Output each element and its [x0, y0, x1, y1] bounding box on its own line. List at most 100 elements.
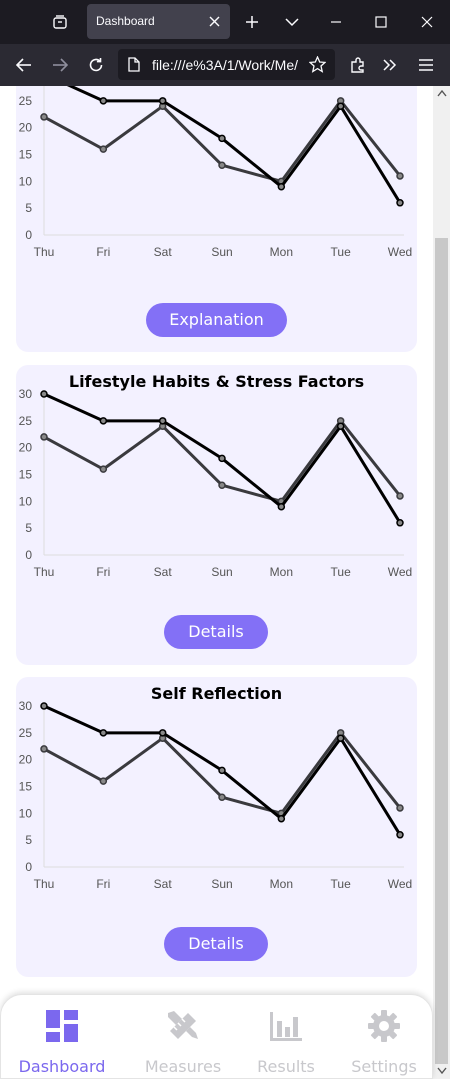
tab-title: Dashboard	[96, 14, 155, 28]
nav-item-dashboard[interactable]: Dashboard	[7, 1005, 117, 1077]
explanation-button[interactable]: Explanation	[146, 303, 287, 337]
x-tick-label: Tue	[331, 565, 352, 579]
bookmark-star-icon[interactable]	[308, 55, 327, 77]
data-point	[218, 134, 226, 143]
line-chart: 0 5 10 15 20 25 30 Thu Fri Sat Sun Mon Tue Wed	[19, 387, 413, 579]
data-point	[218, 766, 226, 775]
nav-item-measures[interactable]: Measures	[128, 1005, 238, 1077]
x-tick-label: Fri	[96, 877, 110, 891]
nav-item-settings[interactable]: Settings	[329, 1005, 439, 1077]
x-tick-label: Mon	[270, 877, 293, 891]
x-tick-label: Sun	[211, 877, 232, 891]
x-tick-label: Thu	[34, 245, 55, 259]
hamburger-menu-icon[interactable]	[415, 54, 437, 76]
scrollbar-thumb[interactable]	[435, 238, 448, 1064]
forward-arrow-icon[interactable]	[49, 54, 71, 76]
data-point	[99, 417, 108, 425]
nav-item-label: Settings	[351, 1057, 417, 1076]
line-chart: 0 5 10 15 20 25 30 Thu Fri Sat Sun Mon Tue Wed	[19, 699, 413, 891]
settings-icon	[368, 1010, 400, 1042]
y-tick-label: 10	[19, 174, 33, 188]
data-point	[277, 182, 286, 191]
browser-tab-bar: Dashboard	[0, 0, 450, 44]
data-point	[336, 422, 345, 430]
data-point	[158, 97, 167, 105]
data-point	[40, 702, 48, 710]
x-tick-label: Tue	[331, 245, 352, 259]
y-tick-label: 10	[19, 806, 33, 820]
x-tick-label: Wed	[388, 245, 412, 259]
data-point	[40, 390, 48, 398]
x-tick-label: Sun	[211, 565, 232, 579]
details-button[interactable]: Details	[164, 927, 268, 961]
x-tick-label: Thu	[34, 565, 55, 579]
y-tick-label: 30	[19, 699, 33, 713]
reload-icon[interactable]	[85, 54, 107, 76]
y-tick-label: 20	[19, 753, 33, 767]
x-tick-label: Wed	[388, 565, 412, 579]
x-tick-label: Sat	[154, 877, 173, 891]
x-tick-label: Mon	[270, 245, 293, 259]
y-tick-label: 20	[19, 441, 33, 455]
y-tick-label: 25	[19, 94, 33, 108]
y-tick-label: 0	[25, 860, 32, 874]
data-point	[40, 433, 48, 441]
data-point	[158, 417, 167, 425]
nav-item-label: Dashboard	[18, 1057, 106, 1076]
y-tick-label: 0	[25, 548, 32, 562]
minimize-icon[interactable]	[326, 12, 346, 32]
x-tick-label: Mon	[270, 565, 293, 579]
data-point	[277, 814, 286, 823]
results-icon	[270, 1012, 302, 1041]
nav-item-results[interactable]: Results	[231, 1005, 341, 1077]
data-point	[99, 777, 108, 785]
y-tick-label: 5	[25, 201, 32, 215]
data-point	[218, 454, 226, 463]
new-tab-icon[interactable]	[242, 12, 262, 32]
data-point	[336, 734, 345, 742]
chart-card: 051015202530ThuFriSatSunMonTueWed Explan…	[16, 86, 417, 352]
browser-tab-active[interactable]: Dashboard	[87, 4, 230, 39]
x-tick-label: Thu	[34, 877, 55, 891]
y-tick-label: 5	[25, 833, 32, 847]
y-tick-label: 5	[25, 521, 32, 535]
page-scrollbar[interactable]	[433, 86, 450, 1079]
url-bar[interactable]: file:///e%3A/1/Work/Me/	[118, 49, 335, 80]
tab-list-chevron-icon[interactable]	[282, 12, 302, 32]
x-tick-label: Sun	[211, 245, 232, 259]
maximize-icon[interactable]	[371, 12, 391, 32]
close-window-icon[interactable]	[417, 12, 437, 32]
x-tick-label: Sat	[154, 245, 173, 259]
x-tick-label: Wed	[388, 877, 412, 891]
data-point	[396, 804, 404, 812]
x-tick-label: Fri	[96, 245, 110, 259]
overflow-chevrons-icon[interactable]	[379, 54, 401, 76]
scroll-up-arrow-icon[interactable]	[436, 88, 447, 99]
data-point	[40, 113, 48, 121]
tab-overview-icon[interactable]	[48, 10, 72, 34]
data-point	[158, 729, 167, 737]
y-tick-label: 25	[19, 414, 33, 428]
y-tick-label: 10	[19, 494, 33, 508]
details-button[interactable]: Details	[164, 615, 268, 649]
x-tick-label: Tue	[331, 877, 352, 891]
extensions-icon[interactable]	[347, 54, 369, 76]
back-arrow-icon[interactable]	[13, 54, 35, 76]
x-tick-label: Fri	[96, 565, 110, 579]
data-point	[396, 831, 404, 839]
y-tick-label: 15	[19, 780, 33, 794]
data-point	[40, 745, 48, 753]
dashboard-icon	[46, 1010, 78, 1042]
y-tick-label: 15	[19, 148, 33, 162]
x-tick-label: Sat	[154, 565, 173, 579]
data-point	[396, 492, 404, 500]
browser-nav-bar: file:///e%3A/1/Work/Me/	[0, 44, 450, 86]
y-tick-label: 30	[19, 387, 33, 401]
data-point	[99, 145, 108, 153]
data-point	[99, 729, 108, 737]
y-tick-label: 25	[19, 726, 33, 740]
tab-close-icon[interactable]	[206, 13, 222, 29]
bottom-navigation: Dashboard Measures Results Settings	[0, 994, 433, 1079]
data-point	[99, 97, 108, 105]
data-point	[99, 465, 108, 473]
